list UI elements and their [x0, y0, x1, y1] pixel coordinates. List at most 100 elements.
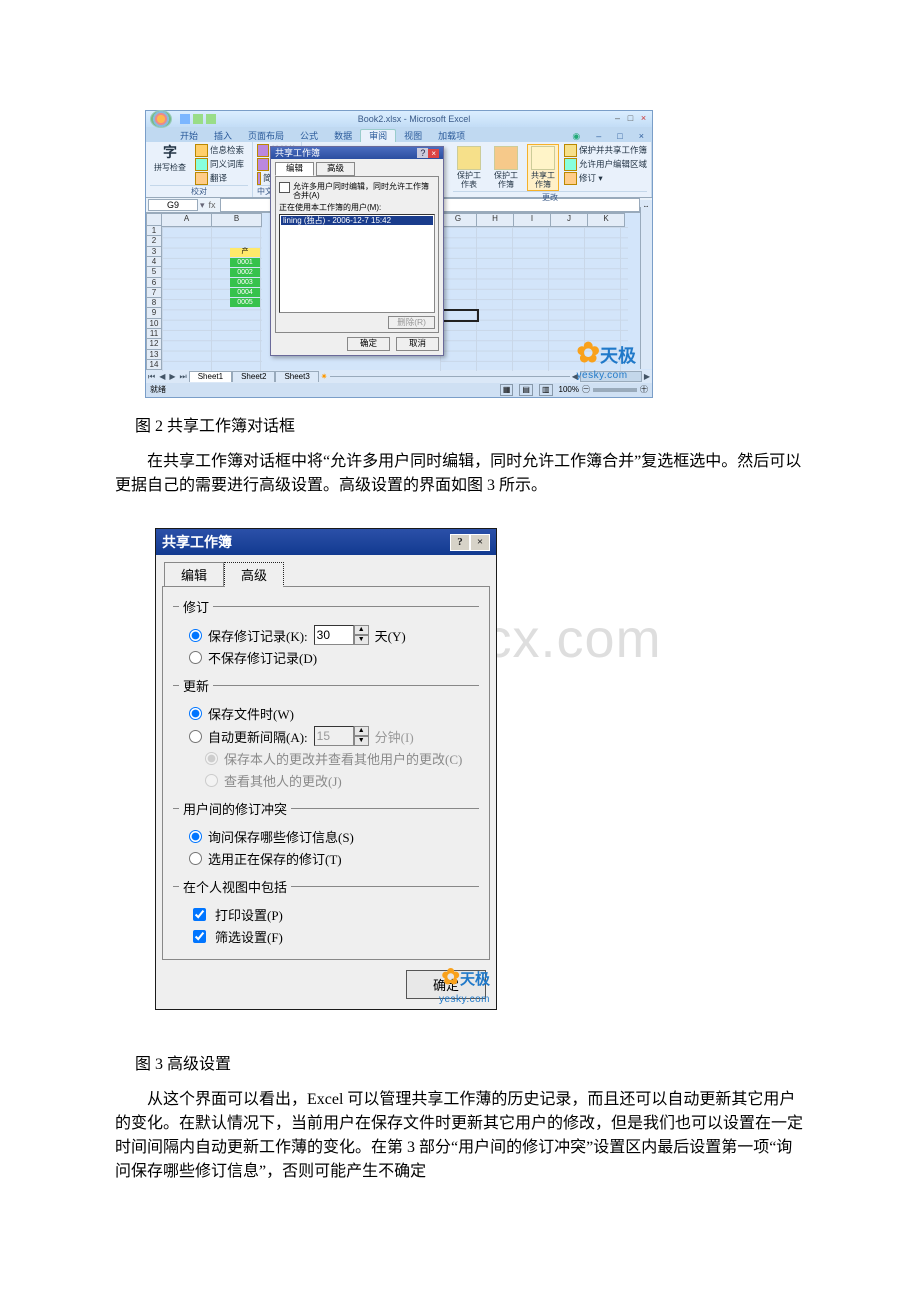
- print-settings-checkbox[interactable]: [193, 908, 206, 921]
- hscroll-left-icon[interactable]: ◀: [570, 372, 580, 381]
- spin-down-icon[interactable]: ▼: [354, 736, 369, 746]
- track-changes-item[interactable]: 修订 ▾: [564, 172, 647, 185]
- tab-edit[interactable]: 编辑: [164, 562, 224, 587]
- col-header[interactable]: I: [514, 213, 551, 227]
- row-header[interactable]: 13: [146, 350, 162, 360]
- tab-insert[interactable]: 插入: [206, 130, 240, 142]
- auto-update-minutes-input[interactable]: [314, 726, 354, 746]
- spin-up-icon[interactable]: ▲: [354, 625, 369, 635]
- row-header[interactable]: 9: [146, 308, 162, 318]
- dialog-cancel-button[interactable]: 取消: [396, 337, 439, 351]
- update-on-save-radio[interactable]: [189, 707, 202, 720]
- save-icon[interactable]: [180, 114, 190, 124]
- row-header[interactable]: 14: [146, 360, 162, 370]
- row-header[interactable]: 2: [146, 236, 162, 246]
- ok-button[interactable]: 确定: [406, 970, 486, 999]
- close-icon[interactable]: ×: [638, 114, 649, 124]
- maximize-icon[interactable]: □: [625, 114, 636, 124]
- dialog-help-icon[interactable]: ?: [417, 148, 428, 158]
- translate-item[interactable]: 翻译: [195, 172, 244, 185]
- sheet-tab[interactable]: Sheet1: [189, 371, 232, 381]
- col-header[interactable]: B: [212, 213, 262, 227]
- redo-icon[interactable]: [206, 114, 216, 124]
- row-header[interactable]: 10: [146, 319, 162, 329]
- select-all-corner[interactable]: [146, 213, 162, 226]
- tab-view[interactable]: 视图: [396, 130, 430, 142]
- prev-sheet-icon[interactable]: ◀: [157, 372, 167, 381]
- ask-which-radio[interactable]: [189, 830, 202, 843]
- zoom-out-icon[interactable]: ㊀: [582, 385, 590, 394]
- help-icon[interactable]: ◉: [564, 130, 588, 142]
- row-header[interactable]: 11: [146, 329, 162, 339]
- sheet-tab[interactable]: Sheet2: [232, 371, 275, 381]
- cell[interactable]: 0005: [230, 298, 260, 307]
- allow-edit-item[interactable]: 允许用户编辑区域: [564, 158, 647, 171]
- vertical-scrollbar[interactable]: [640, 207, 652, 369]
- col-header[interactable]: H: [477, 213, 514, 227]
- history-days-input[interactable]: [314, 625, 354, 645]
- keep-history-radio[interactable]: [189, 629, 202, 642]
- ribbon-restore-icon[interactable]: □: [609, 130, 630, 142]
- cell[interactable]: 0003: [230, 278, 260, 287]
- row-header[interactable]: 8: [146, 298, 162, 308]
- dictionary-button[interactable]: 字 拼写检查: [150, 144, 190, 185]
- dialog-close-icon[interactable]: ×: [428, 149, 439, 158]
- row-header[interactable]: 12: [146, 339, 162, 349]
- use-saving-radio[interactable]: [189, 852, 202, 865]
- view-layout-icon[interactable]: ▤: [519, 384, 533, 395]
- cell[interactable]: 0004: [230, 288, 260, 297]
- col-header[interactable]: G: [440, 213, 477, 227]
- zoom-in-icon[interactable]: ㊉: [640, 385, 648, 394]
- undo-icon[interactable]: [193, 114, 203, 124]
- cell[interactable]: 0001: [230, 258, 260, 267]
- cell[interactable]: 产: [230, 248, 260, 257]
- protect-sheet-button[interactable]: 保护工作表: [453, 144, 485, 191]
- sheet-tab[interactable]: Sheet3: [275, 371, 318, 381]
- remove-user-button[interactable]: 删除(R): [388, 316, 435, 330]
- col-header[interactable]: J: [551, 213, 588, 227]
- hscroll-right-icon[interactable]: ▶: [642, 372, 652, 381]
- view-break-icon[interactable]: ▥: [539, 384, 553, 395]
- col-header[interactable]: A: [162, 213, 212, 227]
- dialog-help-icon[interactable]: ?: [450, 534, 470, 551]
- cell[interactable]: 0002: [230, 268, 260, 277]
- last-sheet-icon[interactable]: ⏭: [178, 372, 189, 381]
- tab-layout[interactable]: 页面布局: [240, 130, 292, 142]
- users-listbox[interactable]: lining (独占) - 2006-12-7 15:42: [279, 214, 435, 313]
- spin-up-icon[interactable]: ▲: [354, 726, 369, 736]
- dialog-tab-edit[interactable]: 编辑: [275, 162, 314, 176]
- active-cell[interactable]: [440, 309, 479, 322]
- tab-addin[interactable]: 加载项: [430, 130, 473, 142]
- horizontal-scrollbar[interactable]: [580, 371, 642, 382]
- next-sheet-icon[interactable]: ▶: [167, 372, 177, 381]
- thesaurus-item[interactable]: 同义词库: [195, 158, 244, 171]
- zoom-slider[interactable]: [593, 388, 637, 392]
- protect-share-item[interactable]: 保护并共享工作簿: [564, 144, 647, 157]
- research-item[interactable]: 信息检索: [195, 144, 244, 157]
- dialog-close-icon[interactable]: ×: [470, 534, 490, 551]
- checkbox-icon[interactable]: [279, 182, 290, 193]
- view-normal-icon[interactable]: ▦: [500, 384, 514, 395]
- protect-book-button[interactable]: 保护工作簿: [490, 144, 522, 191]
- first-sheet-icon[interactable]: ⏮: [146, 372, 157, 381]
- fx-icon[interactable]: fx: [205, 200, 220, 210]
- row-header[interactable]: 3: [146, 247, 162, 257]
- new-sheet-icon[interactable]: ✷: [319, 372, 330, 381]
- tab-advanced[interactable]: 高级: [224, 562, 284, 587]
- minimize-icon[interactable]: –: [612, 114, 623, 124]
- dialog-tab-advanced[interactable]: 高级: [316, 162, 355, 176]
- ribbon-close-icon[interactable]: ×: [631, 130, 652, 142]
- tab-home[interactable]: 开始: [172, 130, 206, 142]
- auto-update-radio[interactable]: [189, 730, 202, 743]
- filter-settings-checkbox[interactable]: [193, 930, 206, 943]
- share-book-button[interactable]: 共享工作簿: [527, 144, 559, 191]
- row-header[interactable]: 1: [146, 226, 162, 236]
- row-header[interactable]: 4: [146, 257, 162, 267]
- col-header[interactable]: K: [588, 213, 625, 227]
- tab-review[interactable]: 审阅: [360, 129, 396, 142]
- user-entry[interactable]: lining (独占) - 2006-12-7 15:42: [281, 216, 433, 225]
- ribbon-min-icon[interactable]: –: [588, 130, 609, 142]
- no-history-radio[interactable]: [189, 651, 202, 664]
- office-button-icon[interactable]: [150, 110, 172, 128]
- tab-data[interactable]: 数据: [326, 130, 360, 142]
